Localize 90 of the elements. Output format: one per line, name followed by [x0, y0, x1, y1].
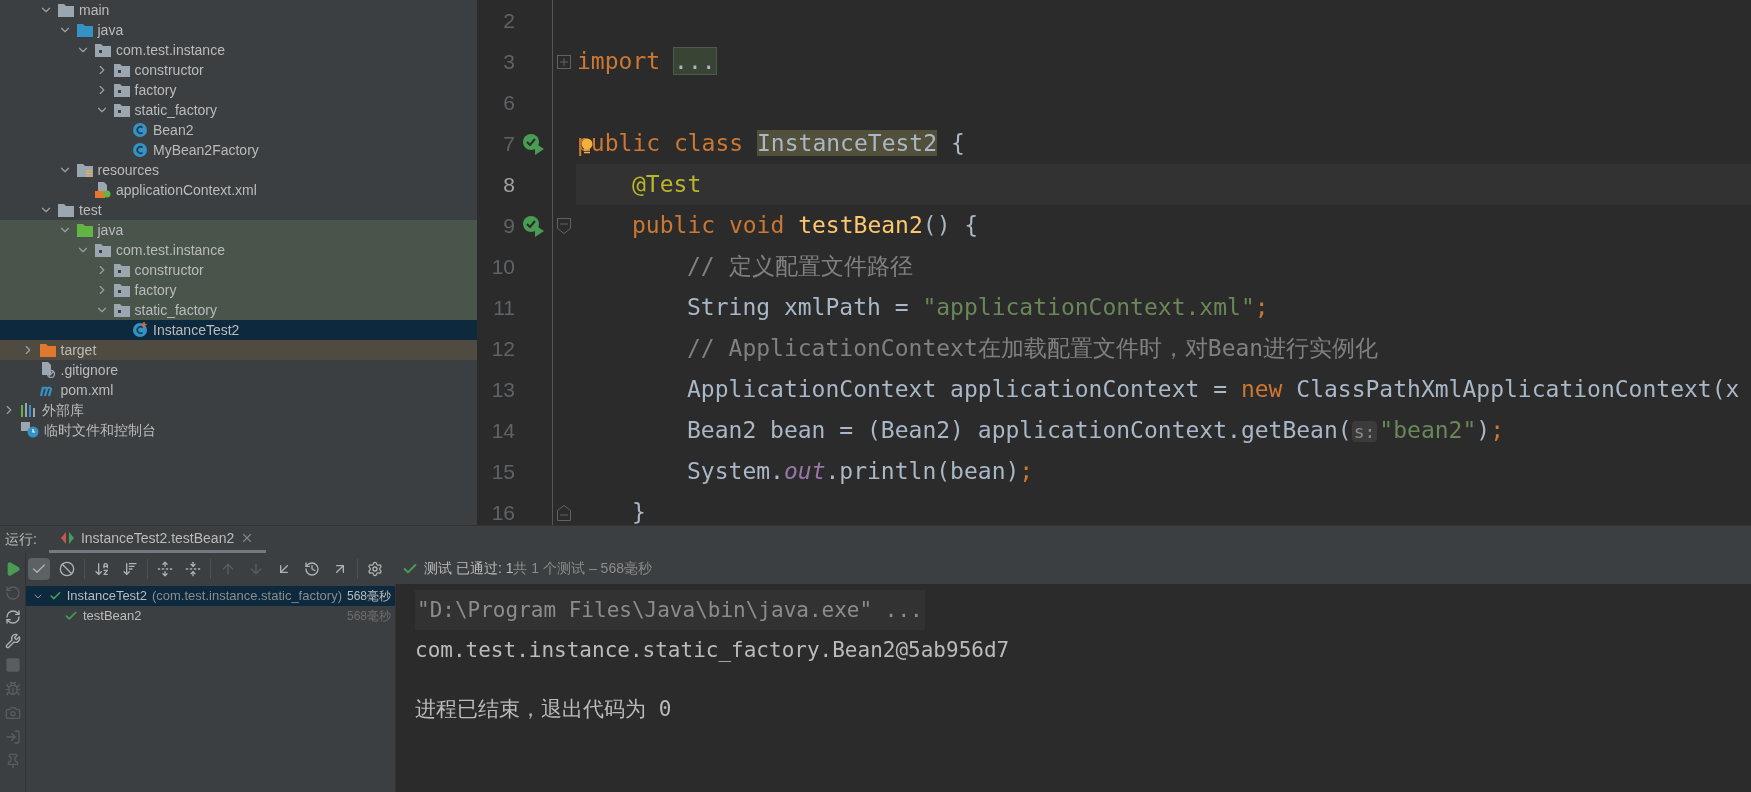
tree-item[interactable]: java [0, 220, 477, 240]
tree-item[interactable]: static_factory [0, 100, 477, 120]
fold-collapse-icon[interactable] [557, 217, 571, 234]
fold-end-icon[interactable] [557, 504, 571, 521]
class-icon [132, 122, 148, 138]
resources-folder-icon [76, 163, 93, 177]
tree-item[interactable]: java [0, 20, 477, 40]
fold-expand-icon[interactable] [557, 54, 571, 69]
package-icon [95, 43, 111, 57]
code-line: ApplicationContext applicationContext = new ClassPathXmlApplicationContext(x [687, 375, 1740, 405]
tree-item[interactable]: MyBean2Factory [0, 140, 477, 160]
test-status: 测试 已通过: 1 [424, 559, 514, 578]
line-number: 6 [503, 90, 515, 114]
folder-icon [76, 23, 93, 37]
line-number: 15 [491, 459, 515, 483]
tree-item[interactable]: constructor [0, 260, 477, 280]
history-icon [304, 560, 320, 577]
code-line: // 定义配置文件路径 [687, 252, 913, 282]
sort-alpha-icon [94, 560, 110, 577]
package-icon [95, 243, 111, 257]
console-line: com.test.instance.static_factory.Bean2@5ab956d7 [415, 637, 1010, 664]
line-number: 7 [503, 131, 515, 155]
ban-icon [59, 560, 75, 577]
ignore-file-icon [39, 362, 56, 378]
package-icon [113, 63, 130, 77]
folder-icon [58, 203, 74, 217]
tree-item[interactable]: com.test.instance [0, 240, 477, 260]
code-line: public void testBean2() { [632, 211, 979, 241]
tree-item[interactable]: applicationContext.xml [0, 180, 477, 200]
line-number: 16 [491, 500, 515, 524]
package-icon [113, 83, 130, 97]
run-tab[interactable]: InstanceTest2.testBean2 [48, 526, 267, 553]
code-line: // ApplicationContext在加载配置文件时，对Bean进行实例化 [687, 334, 1379, 364]
scratches-icon [21, 422, 39, 438]
class-icon [132, 322, 148, 338]
settings-icon [367, 560, 383, 577]
run-test-icon[interactable] [521, 214, 546, 237]
run-test-icon[interactable] [521, 132, 546, 155]
tree-item[interactable]: factory [0, 280, 477, 300]
tree-item[interactable]: pom.xml [0, 380, 477, 400]
tree-item[interactable]: factory [0, 80, 477, 100]
folder-icon [58, 3, 74, 17]
line-number: 2 [503, 8, 515, 32]
panel-title: 运行: [5, 530, 37, 549]
tree-item[interactable]: .gitignore [0, 360, 477, 380]
tree-item[interactable]: 外部库 [0, 400, 477, 420]
tree-item[interactable]: InstanceTest2 [0, 320, 477, 340]
package-icon [113, 283, 130, 297]
test-summary: 共 1 个测试 – 568毫秒 [513, 559, 652, 578]
class-icon [132, 142, 148, 158]
line-number: 12 [491, 336, 515, 360]
package-icon [113, 263, 130, 277]
line-number: 9 [503, 213, 515, 237]
code-line: String xmlPath = "applicationContext.xml"; [687, 293, 1269, 323]
sort-icon [122, 560, 138, 577]
code-line: Bean2 bean = (Bean2) applicationContext.getBean(s: "bean2"); [687, 416, 1504, 446]
package-icon [113, 103, 130, 117]
code-line: @Test [632, 170, 702, 200]
test-result-row[interactable]: InstanceTest2 (com.test.instance.static_factory) 568毫秒 [26, 586, 395, 606]
code-line: } [632, 498, 646, 525]
line-number: 11 [493, 295, 515, 319]
xml-file-icon [95, 182, 111, 198]
libraries-icon [21, 403, 37, 417]
tree-item[interactable]: main [0, 0, 477, 20]
console-line: 进程已结束，退出代码为 0 [415, 696, 672, 723]
tree-item[interactable]: resources [0, 160, 477, 180]
check-icon [64, 609, 78, 623]
wrench-icon[interactable] [4, 633, 21, 649]
tree-item[interactable]: static_factory [0, 300, 477, 320]
refresh-icon[interactable] [4, 609, 21, 625]
line-number: 3 [503, 49, 515, 73]
tree-item[interactable]: com.test.instance [0, 40, 477, 60]
tree-item[interactable]: target [0, 340, 477, 360]
line-number: 13 [491, 377, 515, 401]
package-icon [113, 303, 130, 317]
run-config-icon [60, 532, 75, 544]
tree-item[interactable]: test [0, 200, 477, 220]
line-number: 14 [491, 418, 515, 442]
tree-item[interactable]: 临时文件和控制台 [0, 420, 477, 440]
line-number: 8 [503, 172, 515, 196]
code-line: System.out.println(bean); [687, 457, 1034, 487]
expand-icon [157, 560, 173, 577]
folder-icon [76, 223, 93, 237]
collapse-icon [185, 560, 201, 577]
folder-icon [39, 343, 56, 357]
toolbar-button[interactable] [28, 557, 50, 580]
tree-item[interactable]: constructor [0, 60, 477, 80]
code-line: import ... [577, 47, 716, 77]
line-number: 10 [491, 254, 515, 278]
tree-item[interactable]: Bean2 [0, 120, 477, 140]
